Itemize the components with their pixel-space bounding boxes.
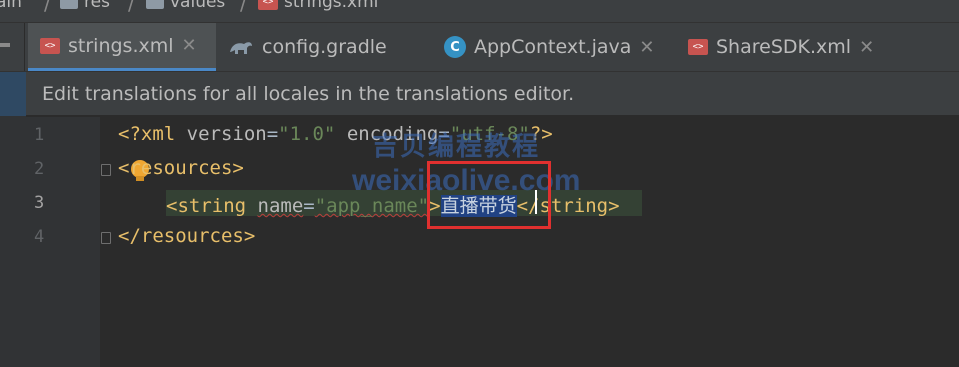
fold-marker-icon[interactable]	[101, 232, 111, 244]
breadcrumb-separator: /	[44, 0, 51, 15]
tab-label: ShareSDK.xml	[716, 36, 852, 58]
folder-icon	[60, 0, 78, 9]
tab-label: config.gradle	[262, 36, 387, 58]
watermark-title: 吉贝编程教程	[372, 132, 541, 162]
editor-tab-bar: <> strings.xml ✕ config.gradle C AppCont…	[0, 23, 959, 72]
close-icon[interactable]: ✕	[639, 37, 654, 58]
line-number: 2	[34, 159, 45, 179]
breadcrumb-separator: /	[128, 0, 135, 15]
breadcrumb-separator: /	[240, 0, 247, 15]
tab-strings-xml[interactable]: <> strings.xml ✕	[28, 23, 216, 71]
line-number: 3	[34, 193, 45, 213]
left-tool-strip	[0, 72, 26, 367]
tab-scroll-stub[interactable]	[0, 23, 25, 71]
close-icon[interactable]: ✕	[182, 35, 197, 56]
close-icon[interactable]: ✕	[859, 37, 874, 58]
gradle-icon	[230, 42, 252, 54]
tab-config-gradle[interactable]: config.gradle	[228, 23, 387, 71]
breadcrumb-item-strings-xml[interactable]: <> strings.xml	[258, 0, 378, 12]
xml-file-icon: <>	[40, 37, 60, 54]
xml-file-icon: <>	[688, 39, 708, 55]
code-line-4: </resources>	[118, 225, 256, 247]
class-c-icon: C	[444, 36, 466, 58]
xml-file-icon: <>	[258, 0, 278, 10]
tab-sharesdk-xml[interactable]: <> ShareSDK.xml ✕	[688, 23, 874, 71]
translations-editor-banner[interactable]: Edit translations for all locales in the…	[26, 72, 959, 116]
highlight-box	[427, 161, 551, 229]
breadcrumb-item-main[interactable]: ain	[0, 0, 22, 12]
line-number: 4	[34, 227, 45, 247]
tab-appcontext-java[interactable]: C AppContext.java ✕	[444, 23, 655, 71]
fold-marker-icon[interactable]	[101, 164, 111, 176]
folder-icon	[146, 0, 164, 9]
code-line-2: <resources>	[118, 157, 244, 179]
tab-label: AppContext.java	[474, 36, 632, 58]
breadcrumb-item-values[interactable]: values	[146, 0, 225, 12]
breadcrumb-item-res[interactable]: res	[60, 0, 110, 12]
banner-text: Edit translations for all locales in the…	[42, 82, 575, 105]
breadcrumb: ain / res / values / <> strings.xml	[0, 0, 959, 23]
line-number: 1	[34, 125, 45, 145]
tab-label: strings.xml	[68, 34, 174, 57]
